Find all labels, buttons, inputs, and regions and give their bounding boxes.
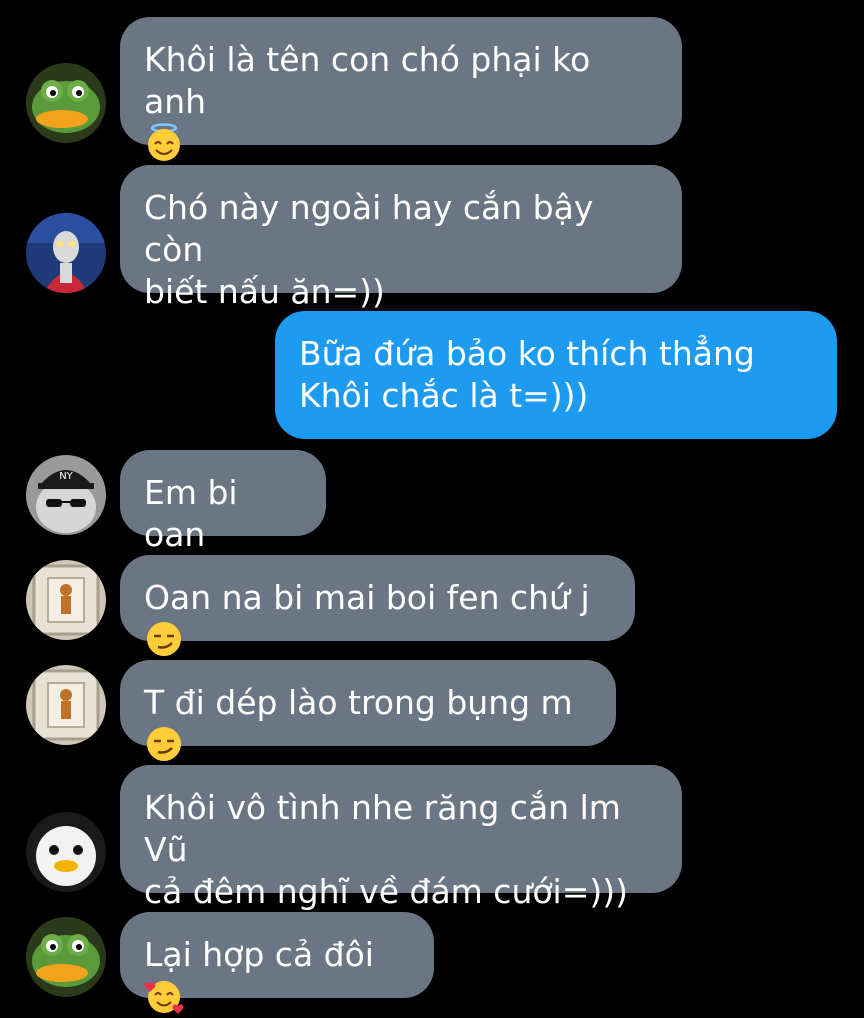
message-text: Lại hợp cả đôi: [144, 935, 374, 974]
frog-avatar-icon[interactable]: [26, 63, 106, 143]
message-text: T đi dép lào trong bụng m: [144, 683, 573, 722]
frog-avatar-icon[interactable]: [26, 917, 106, 997]
smiling-face-with-halo-icon: [144, 123, 184, 163]
message-text: Oan na bi mai boi fen chứ j: [144, 578, 590, 617]
message-text: Khôi vô tình nhe răng cắn lm Vũ cả đêm n…: [144, 788, 628, 911]
message-bubble-7[interactable]: Khôi vô tình nhe răng cắn lm Vũ cả đêm n…: [120, 765, 682, 911]
message-bubble-4[interactable]: Em bi oan: [120, 450, 326, 554]
message-bubble-2[interactable]: Chó này ngoài hay cắn bậy còn biết nấu ă…: [120, 165, 682, 311]
message-bubble-8[interactable]: Lại hợp cả đôi: [120, 912, 434, 1014]
message-bubble-5[interactable]: Oan na bi mai boi fen chứ j: [120, 555, 635, 656]
window-figure-avatar-icon[interactable]: [26, 665, 106, 745]
smiling-face-with-hearts-icon: [144, 976, 184, 1016]
ultraman-avatar-icon[interactable]: [26, 213, 106, 293]
window-figure-avatar-icon[interactable]: [26, 560, 106, 640]
smirking-face-icon: [144, 724, 184, 764]
message-bubble-1[interactable]: Khôi là tên con chó phại ko anh: [120, 17, 682, 161]
message-text: Khôi là tên con chó phại ko anh: [144, 40, 601, 121]
message-text: Em bi oan: [144, 473, 249, 554]
white-duck-avatar-icon[interactable]: [26, 812, 106, 892]
svg-text:NY: NY: [59, 471, 73, 482]
message-text: Chó này ngoài hay cắn bậy còn biết nấu ă…: [144, 188, 594, 311]
message-text: Bữa đứa bảo ko thích thẳng Khôi chắc là …: [299, 334, 755, 415]
cat-with-cap-avatar-icon[interactable]: NY: [26, 455, 106, 535]
smirking-face-icon: [144, 619, 184, 659]
message-bubble-6[interactable]: T đi dép lào trong bụng m: [120, 660, 616, 761]
message-bubble-3-outgoing[interactable]: Bữa đứa bảo ko thích thẳng Khôi chắc là …: [275, 311, 837, 439]
